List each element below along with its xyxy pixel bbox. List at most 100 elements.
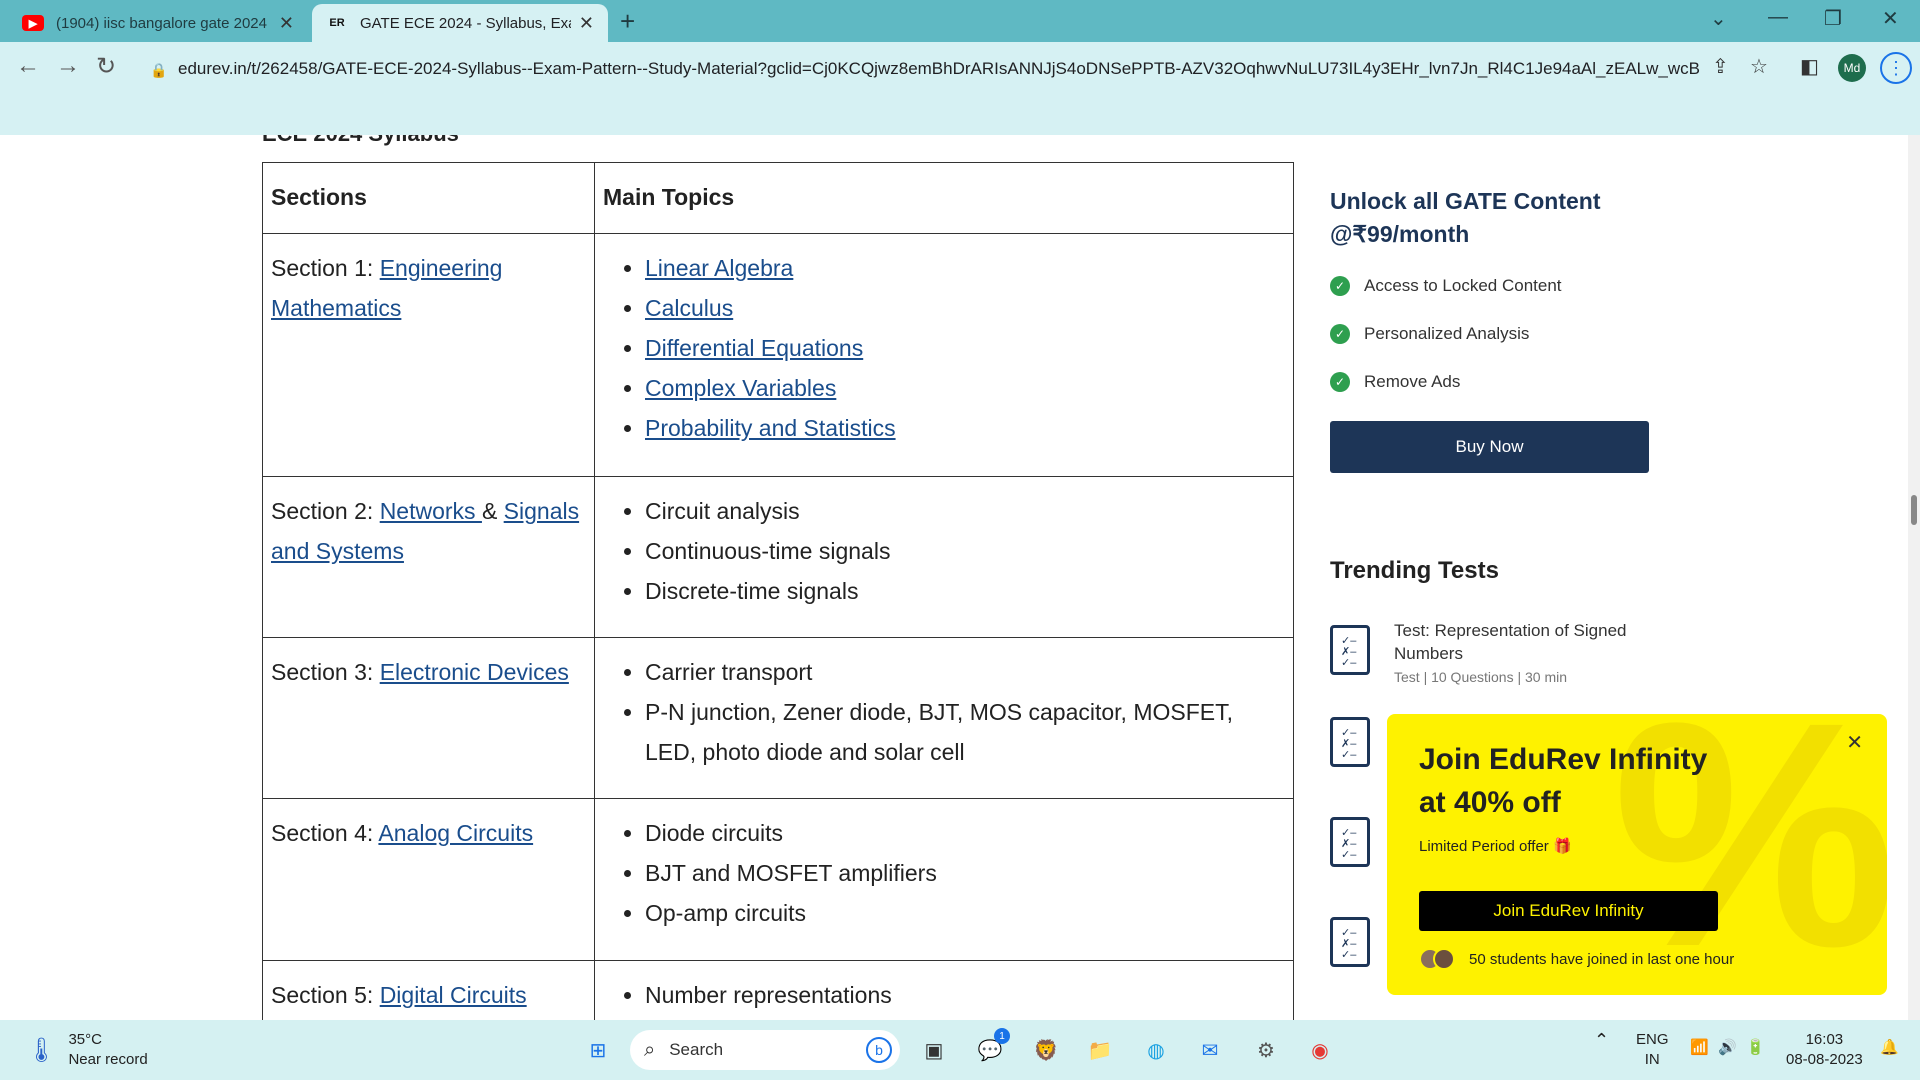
- language-code: ENG: [1636, 1031, 1669, 1048]
- clipboard-icon: ✓– ✗– ✓–: [1330, 717, 1370, 767]
- promo-title-line: Join EduRev Infinity: [1419, 743, 1708, 776]
- weather-temp: 35°C: [68, 1031, 102, 1048]
- battery-icon[interactable]: 🔋: [1746, 1038, 1765, 1058]
- edge-browser-icon[interactable]: ◍: [1140, 1034, 1172, 1066]
- close-icon[interactable]: ✕: [1846, 730, 1863, 755]
- section-label: Section 2:: [271, 498, 374, 524]
- minimize-icon[interactable]: —: [1768, 6, 1788, 29]
- windows-start-icon[interactable]: ⊞: [582, 1034, 614, 1066]
- joined-text: 50 students have joined in last one hour: [1469, 950, 1735, 968]
- settings-gear-icon[interactable]: ⚙: [1250, 1034, 1282, 1066]
- task-view-icon[interactable]: ▣: [918, 1034, 950, 1066]
- section-label: Section 1:: [271, 255, 374, 281]
- close-tab-icon[interactable]: ✕: [579, 13, 594, 34]
- reload-icon[interactable]: ↻: [96, 52, 116, 81]
- list-item: Linear Algebra: [645, 248, 1285, 288]
- topic-link[interactable]: Differential Equations: [645, 335, 863, 361]
- section-label: Section 4:: [271, 820, 374, 846]
- section-link[interactable]: Digital Circuits: [380, 982, 527, 1008]
- address-bar[interactable]: 🔒 edurev.in/t/262458/GATE-ECE-2024-Sylla…: [138, 48, 1738, 90]
- teams-chat-icon[interactable]: 💬 1: [974, 1028, 1010, 1066]
- table-row: Section 1: Engineering Mathematics Linea…: [262, 233, 1294, 477]
- close-tab-icon[interactable]: ✕: [279, 13, 294, 34]
- section-link[interactable]: Networks: [380, 498, 482, 524]
- wifi-icon[interactable]: 📶: [1690, 1038, 1709, 1058]
- menu-icon[interactable]: ⋮: [1880, 52, 1912, 84]
- header-main-topics: Main Topics: [594, 162, 1294, 234]
- section-heading: ECE 2024 Syllabus: [262, 135, 459, 147]
- unlock-price: @₹99/month: [1330, 221, 1470, 247]
- topic-link[interactable]: Probability and Statistics: [645, 415, 896, 441]
- gift-icon: 🎁: [1552, 838, 1572, 855]
- url-text: edurev.in/t/262458/GATE-ECE-2024-Syllabu…: [178, 59, 1700, 78]
- new-tab-icon[interactable]: +: [620, 6, 635, 37]
- avatar: [1433, 948, 1455, 970]
- language-indicator[interactable]: ENG IN: [1636, 1030, 1669, 1070]
- tab-search-icon[interactable]: ⌄: [1710, 6, 1727, 31]
- table-row: Section 5: Digital Circuits Number repre…: [262, 960, 1294, 1020]
- list-item: P-N junction, Zener diode, BJT, MOS capa…: [645, 692, 1285, 772]
- side-panel-icon[interactable]: ◧: [1800, 54, 1819, 79]
- topics-cell: Circuit analysis Continuous-time signals…: [594, 476, 1294, 638]
- bookmark-star-icon[interactable]: ☆: [1750, 54, 1768, 79]
- youtube-icon: ▶: [22, 15, 44, 31]
- list-item: Diode circuits: [645, 813, 1285, 853]
- test-title: Test: Representation of Signed Numbers: [1394, 621, 1627, 663]
- join-infinity-button[interactable]: Join EduRev Infinity: [1419, 891, 1718, 931]
- back-icon[interactable]: ←: [16, 52, 40, 80]
- notifications-icon[interactable]: 🔔: [1880, 1038, 1899, 1058]
- share-icon[interactable]: ⇪: [1712, 54, 1729, 79]
- promo-subtitle-text: Limited Period offer: [1419, 838, 1549, 855]
- chrome-browser-icon[interactable]: ◉: [1304, 1034, 1336, 1066]
- search-icon: ⌕: [644, 1038, 656, 1061]
- close-window-icon[interactable]: ✕: [1882, 6, 1899, 31]
- clipboard-icon: ✓– ✗– ✓–: [1330, 625, 1370, 675]
- brave-browser-icon[interactable]: 🦁: [1030, 1034, 1062, 1066]
- feature-item: ✓ Personalized Analysis: [1330, 321, 1870, 347]
- clipboard-icon: ✓– ✗– ✓–: [1330, 917, 1370, 967]
- table-header-row: Sections Main Topics: [262, 162, 1294, 234]
- check-icon: ✓: [1330, 324, 1350, 344]
- list-item: Circuit analysis: [645, 491, 1285, 531]
- check-icon: ✓: [1330, 276, 1350, 296]
- list-item: Discrete-time signals: [645, 571, 1285, 611]
- restore-icon[interactable]: ❐: [1824, 6, 1842, 31]
- taskbar: 🌡 35°C Near record ⊞ ⌕ Search b ▣ 💬 1 🦁 📁…: [0, 1020, 1920, 1080]
- student-avatars: [1419, 948, 1459, 970]
- feature-item: ✓ Remove Ads: [1330, 369, 1870, 395]
- taskbar-search[interactable]: ⌕ Search b: [630, 1030, 900, 1070]
- mail-icon[interactable]: ✉: [1194, 1034, 1226, 1066]
- weather-widget[interactable]: 🌡 35°C Near record: [26, 1030, 148, 1070]
- bing-icon[interactable]: b: [866, 1037, 892, 1063]
- syllabus-table: Sections Main Topics Section 1: Engineer…: [262, 162, 1294, 1020]
- page-scrollbar[interactable]: [1908, 135, 1920, 1020]
- chevron-up-icon[interactable]: ⌃: [1594, 1030, 1609, 1050]
- test-meta: Test | 10 Questions | 30 min: [1394, 669, 1568, 685]
- feature-label: Personalized Analysis: [1364, 324, 1530, 343]
- header-sections: Sections: [262, 162, 595, 234]
- clock[interactable]: 16:03 08-08-2023: [1786, 1030, 1863, 1070]
- tab-title: (1904) iisc bangalore gate 2024 s: [56, 14, 271, 32]
- topic-link[interactable]: Complex Variables: [645, 375, 836, 401]
- clock-time: 16:03: [1805, 1031, 1844, 1048]
- tab-youtube[interactable]: ▶ (1904) iisc bangalore gate 2024 s ✕: [8, 4, 308, 42]
- scrollbar-thumb[interactable]: [1911, 495, 1917, 525]
- topic-link[interactable]: Linear Algebra: [645, 255, 793, 281]
- promo-title: Join EduRev Infinity at 40% off: [1419, 738, 1707, 824]
- topic-link[interactable]: Calculus: [645, 295, 733, 321]
- tab-edurev[interactable]: ER GATE ECE 2024 - Syllabus, Exam P ✕: [312, 4, 608, 42]
- volume-icon[interactable]: 🔊: [1718, 1038, 1737, 1058]
- file-explorer-icon[interactable]: 📁: [1084, 1034, 1116, 1066]
- topics-cell: Number representations: [594, 960, 1294, 1020]
- buy-now-button[interactable]: Buy Now: [1330, 421, 1649, 473]
- section-cell: Section 1: Engineering Mathematics: [262, 233, 595, 477]
- trending-tests-title: Trending Tests: [1330, 557, 1499, 584]
- section-label: Section 5:: [271, 982, 374, 1008]
- forward-icon[interactable]: →: [56, 52, 80, 80]
- profile-avatar[interactable]: Md: [1838, 54, 1866, 82]
- trending-test-item[interactable]: ✓– ✗– ✓– Test: Representation of Signed Nu…: [1330, 609, 1870, 709]
- section-link[interactable]: Electronic Devices: [380, 659, 569, 685]
- list-item: Complex Variables: [645, 368, 1285, 408]
- section-cell: Section 2: Networks & Signals and System…: [262, 476, 595, 638]
- section-link[interactable]: Analog Circuits: [378, 820, 533, 846]
